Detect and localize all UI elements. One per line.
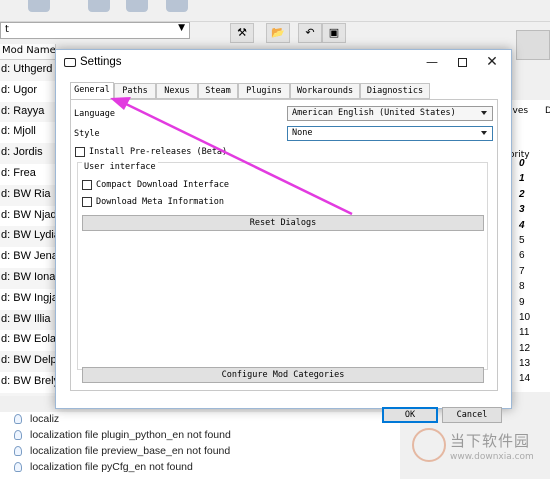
style-label: Style bbox=[74, 129, 100, 139]
list-item[interactable]: d: BW Ingjar bbox=[0, 289, 55, 310]
log-entry: localization file pyCfg_en not found bbox=[0, 460, 400, 476]
maximize-icon bbox=[457, 58, 467, 67]
user-interface-label: User interface bbox=[82, 162, 158, 172]
maximize-button[interactable] bbox=[448, 50, 476, 76]
list-item[interactable]: d: BW Njada bbox=[0, 206, 55, 227]
tab-steam[interactable]: Steam bbox=[198, 83, 238, 99]
mod-name-header[interactable]: Mod Name bbox=[0, 44, 55, 60]
mod-list[interactable]: Mod Name d: Uthgerd d: Ugor d: Rayya d: Mjo… bbox=[0, 44, 56, 396]
style-select[interactable]: None bbox=[287, 126, 493, 141]
close-button[interactable]: ✕ bbox=[478, 50, 506, 76]
window-icon bbox=[64, 58, 76, 67]
list-item[interactable]: d: BW Borga bbox=[0, 392, 55, 396]
main-toolbar bbox=[0, 0, 550, 22]
undo-button[interactable]: ↶ bbox=[298, 23, 322, 43]
style-value: None bbox=[292, 128, 313, 138]
toolbar-icon[interactable] bbox=[28, 0, 50, 12]
tab-general[interactable]: General bbox=[70, 82, 114, 100]
dialog-titlebar[interactable]: Settings — ✕ bbox=[56, 50, 511, 76]
log-entry: localization file plugin_python_en not f… bbox=[0, 428, 400, 444]
list-item[interactable]: d: BW Illia bbox=[0, 309, 55, 331]
tab-workarounds[interactable]: Workarounds bbox=[290, 83, 360, 99]
language-value: American English (United States) bbox=[292, 108, 456, 118]
mod-rows: d: Uthgerd d: Ugor d: Rayya d: Mjoll d: Jord… bbox=[0, 60, 55, 396]
priority-header[interactable]: ority bbox=[509, 150, 530, 160]
settings-dialog: Settings — ✕ General Paths Nexus Steam P… bbox=[55, 49, 512, 423]
d-header: D bbox=[545, 106, 550, 116]
list-item[interactable]: d: BW Lydia bbox=[0, 226, 55, 248]
profile-select[interactable]: t ▼ bbox=[0, 22, 190, 39]
log-text: localization file plugin_python_en not f… bbox=[30, 429, 231, 441]
list-item[interactable]: d: Uthgerd bbox=[0, 60, 55, 81]
download-meta-label[interactable]: Download Meta Information bbox=[96, 197, 224, 207]
language-select[interactable]: American English (United States) bbox=[287, 106, 493, 121]
language-label: Language bbox=[74, 109, 115, 119]
watermark: 当下软件园 www.downxia.com bbox=[408, 428, 550, 478]
list-item[interactable]: d: Mjoll bbox=[0, 122, 55, 143]
profile-value: t bbox=[5, 24, 9, 35]
toolbar-icon[interactable] bbox=[88, 0, 110, 12]
save-button[interactable]: ▣ bbox=[322, 23, 346, 43]
watermark-logo-icon bbox=[412, 428, 446, 462]
reset-dialogs-button[interactable]: Reset Dialogs bbox=[82, 215, 484, 231]
general-tab-panel: Language American English (United States… bbox=[70, 99, 498, 391]
configure-categories-button[interactable]: Configure Mod Categories bbox=[82, 367, 484, 383]
user-interface-group: User interface Compact Download Interfac… bbox=[77, 162, 488, 383]
log-text: localization file pyCfg_en not found bbox=[30, 461, 193, 473]
list-item[interactable]: d: BW Iona bbox=[0, 267, 55, 289]
lightbulb-icon bbox=[14, 446, 22, 456]
download-meta-checkbox[interactable] bbox=[82, 197, 92, 207]
dialog-title: Settings bbox=[80, 56, 122, 68]
cancel-button[interactable]: Cancel bbox=[442, 407, 502, 423]
watermark-text: 当下软件园 bbox=[450, 432, 531, 450]
open-folder-button[interactable]: 📂 bbox=[266, 23, 290, 43]
log-rows: localiz localization file plugin_python_e… bbox=[0, 412, 400, 476]
chevron-down-icon bbox=[481, 131, 487, 135]
chevron-down-icon bbox=[481, 111, 487, 115]
minimize-button[interactable]: — bbox=[418, 50, 446, 76]
list-item[interactable]: d: Rayya bbox=[0, 101, 55, 123]
list-item[interactable]: d: BW Jenas bbox=[0, 247, 55, 268]
minimize-icon: — bbox=[426, 55, 438, 69]
list-item[interactable]: d: BW Delph bbox=[0, 351, 55, 372]
log-entry: localiz bbox=[0, 412, 400, 428]
chevron-down-icon: ▼ bbox=[178, 23, 185, 33]
side-panel bbox=[516, 30, 550, 60]
lightbulb-icon bbox=[14, 430, 22, 440]
toolbar-icon[interactable] bbox=[166, 0, 188, 12]
prerelease-checkbox[interactable] bbox=[75, 147, 85, 157]
compact-download-label[interactable]: Compact Download Interface bbox=[96, 180, 229, 190]
list-item[interactable]: d: Jordis bbox=[0, 143, 55, 164]
list-item[interactable]: d: Frea bbox=[0, 164, 55, 185]
tab-diagnostics[interactable]: Diagnostics bbox=[360, 83, 430, 99]
tab-plugins[interactable]: Plugins bbox=[238, 83, 290, 99]
log-panel: localiz localization file plugin_python_e… bbox=[0, 412, 400, 479]
ok-button[interactable]: OK bbox=[382, 407, 438, 423]
prerelease-label[interactable]: Install Pre-releases (Beta) bbox=[89, 147, 227, 157]
list-item[interactable]: d: BW Brelyn bbox=[0, 372, 55, 393]
log-entry: localization file preview_base_en not fo… bbox=[0, 444, 400, 460]
close-icon: ✕ bbox=[486, 54, 498, 70]
list-item[interactable]: d: Ugor bbox=[0, 81, 55, 102]
list-item[interactable]: d: BW Ria bbox=[0, 184, 55, 206]
tab-paths[interactable]: Paths bbox=[114, 83, 156, 99]
tab-nexus[interactable]: Nexus bbox=[156, 83, 198, 99]
watermark-url: www.downxia.com bbox=[450, 452, 534, 462]
list-item[interactable]: d: BW Eola bbox=[0, 330, 55, 351]
lightbulb-icon bbox=[14, 414, 22, 424]
lightbulb-icon bbox=[14, 462, 22, 472]
tools-button[interactable]: ⚒ bbox=[230, 23, 254, 43]
compact-download-checkbox[interactable] bbox=[82, 180, 92, 190]
toolbar-icon[interactable] bbox=[126, 0, 148, 12]
log-text: localiz bbox=[30, 413, 60, 425]
log-text: localization file preview_base_en not fo… bbox=[30, 445, 231, 457]
